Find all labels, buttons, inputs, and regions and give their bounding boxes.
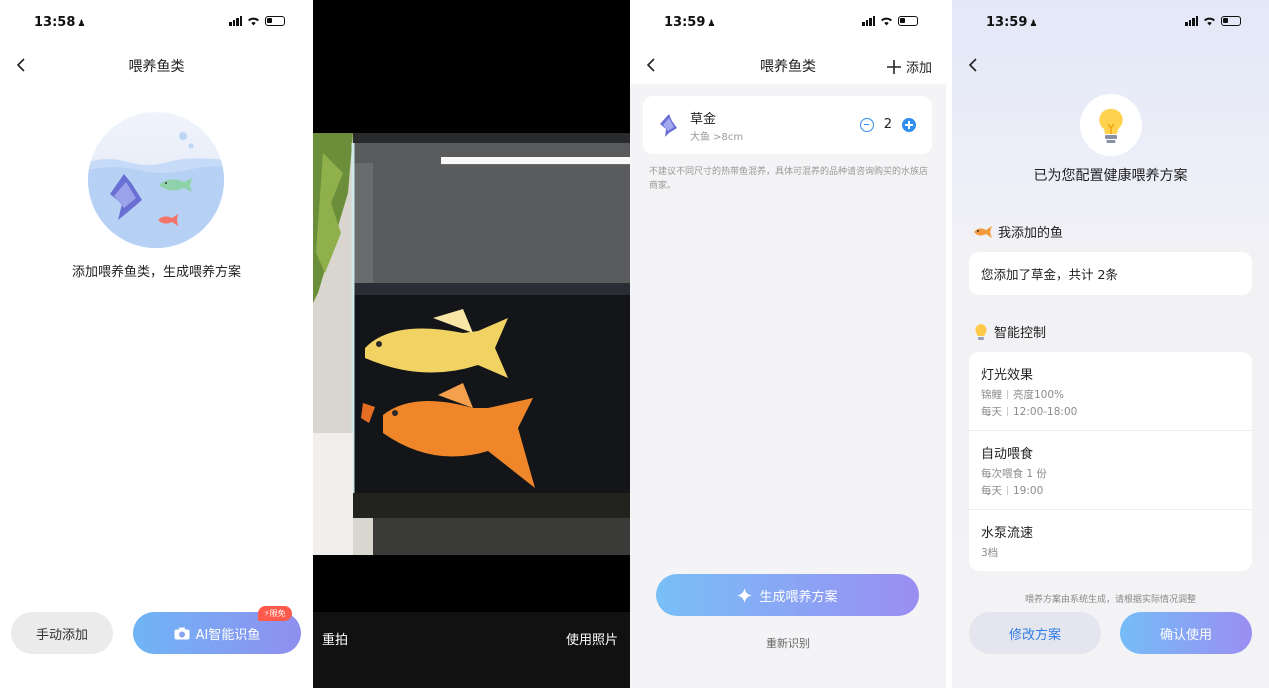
generate-plan-button[interactable]: 生成喂养方案 [656, 574, 919, 616]
ai-identify-label: AI智能识鱼 [195, 627, 261, 643]
generate-label: 生成喂养方案 [759, 589, 838, 605]
camera-preview-screen: 重拍 使用照片 [313, 0, 630, 688]
signal-icon [229, 16, 242, 26]
status-time: 13:58 ♟ [34, 15, 86, 30]
confirm-use-button[interactable]: 确认使用 [1120, 612, 1252, 654]
reidentify-link[interactable]: 重新识别 [630, 635, 946, 651]
control-title: 灯光效果 [981, 368, 1034, 383]
fish-icon [660, 114, 677, 137]
quantity-stepper: 2 [859, 117, 916, 132]
plan-title: 已为您配置健康喂养方案 [1033, 168, 1188, 184]
plus-icon [886, 59, 901, 74]
person-icon: ♟ [1029, 19, 1038, 29]
sparkle-icon [737, 587, 753, 603]
feeding-plan-screen: 13:59 ♟ 已为您配置健康喂养方案 我添加的鱼 您添加了草金，共计 2条 智能… [952, 0, 1269, 688]
pump-flow-item[interactable]: 水泵流速 3档 [969, 510, 1252, 571]
person-icon: ♟ [707, 19, 716, 29]
control-detail: 每次喂食 1 份 [981, 468, 1047, 480]
control-detail: 3档 [981, 547, 999, 559]
wifi-icon [1204, 17, 1215, 26]
battery-icon [265, 16, 285, 26]
disclaimer: 喂养方案由系统生成，请根据实际情况调整 [1024, 595, 1196, 605]
status-bar: 13:58 ♟ [0, 0, 313, 44]
modify-plan-button[interactable]: 修改方案 [969, 612, 1101, 654]
fish-name: 草金 [690, 112, 717, 127]
control-detail: 锦鲤 亮度100% [981, 389, 1065, 401]
control-schedule: 每天 19:00 [981, 485, 1044, 497]
retake-button[interactable]: 重拍 [322, 629, 348, 648]
free-badge: ⚡限免 [258, 606, 292, 621]
use-photo-button[interactable]: 使用照片 [566, 629, 618, 648]
lightbulb-icon [1080, 94, 1142, 156]
signal-icon [862, 16, 875, 26]
smart-control-card: 灯光效果 锦鲤 亮度100% 每天 12:00-18:00 自动喂食 每次喂食 1 … [969, 352, 1252, 571]
control-schedule: 每天 12:00-18:00 [981, 406, 1078, 418]
light-effect-item[interactable]: 灯光效果 锦鲤 亮度100% 每天 12:00-18:00 [969, 352, 1252, 431]
mixing-note: 不建议不同尺寸的热带鱼混养，具体可混养的品种请咨询购买的水族店商家。 [649, 167, 929, 191]
goldfish-icon [974, 225, 992, 238]
wifi-icon [881, 17, 892, 26]
control-title: 自动喂食 [981, 447, 1034, 462]
wifi-icon [248, 17, 259, 26]
captured-photo [313, 133, 630, 555]
camera-icon [174, 627, 190, 639]
quantity-value: 2 [883, 117, 892, 132]
battery-icon [898, 16, 918, 26]
status-time: 13:59 ♟ [664, 15, 716, 30]
auto-feed-item[interactable]: 自动喂食 每次喂食 1 份 每天 19:00 [969, 431, 1252, 510]
fish-feeding-screen: 13:58 ♟ 喂养鱼类 添加喂养鱼类，生成喂养方案 手动添加 AI智能识鱼 ⚡限… [0, 0, 313, 688]
manual-add-button[interactable]: 手动添加 [11, 612, 113, 654]
aquarium-illustration [88, 112, 224, 248]
control-title: 水泵流速 [981, 526, 1034, 541]
person-icon: ♟ [77, 19, 86, 29]
camera-bottom-bar [313, 612, 630, 688]
fish-list-screen: 13:59 ♟ 喂养鱼类 添加 草金 大鱼 >8cm 2 不建议不同尺寸的热带鱼混… [630, 0, 946, 688]
add-fish-button[interactable]: 添加 [886, 57, 932, 76]
my-fish-card: 您添加了草金，共计 2条 [969, 252, 1252, 295]
battery-icon [1221, 16, 1241, 26]
status-time: 13:59 ♟ [986, 15, 1038, 30]
hero-text: 添加喂养鱼类，生成喂养方案 [71, 265, 241, 280]
smart-control-heading: 智能控制 [973, 322, 1046, 341]
plus-circle-icon[interactable] [902, 117, 916, 132]
fish-size: 大鱼 >8cm [690, 132, 744, 143]
status-bar: 13:59 ♟ [630, 0, 946, 44]
my-fish-heading: 我添加的鱼 [973, 222, 1063, 241]
signal-icon [1185, 16, 1198, 26]
my-fish-summary: 您添加了草金，共计 2条 [981, 267, 1118, 282]
minus-icon[interactable] [859, 117, 874, 132]
fish-card: 草金 大鱼 >8cm 2 [643, 96, 932, 154]
status-bar: 13:59 ♟ [952, 0, 1269, 44]
page-title: 喂养鱼类 [128, 59, 185, 75]
back-icon[interactable] [966, 57, 980, 73]
lightbulb-small-icon [975, 323, 987, 340]
add-label: 添加 [905, 61, 932, 76]
